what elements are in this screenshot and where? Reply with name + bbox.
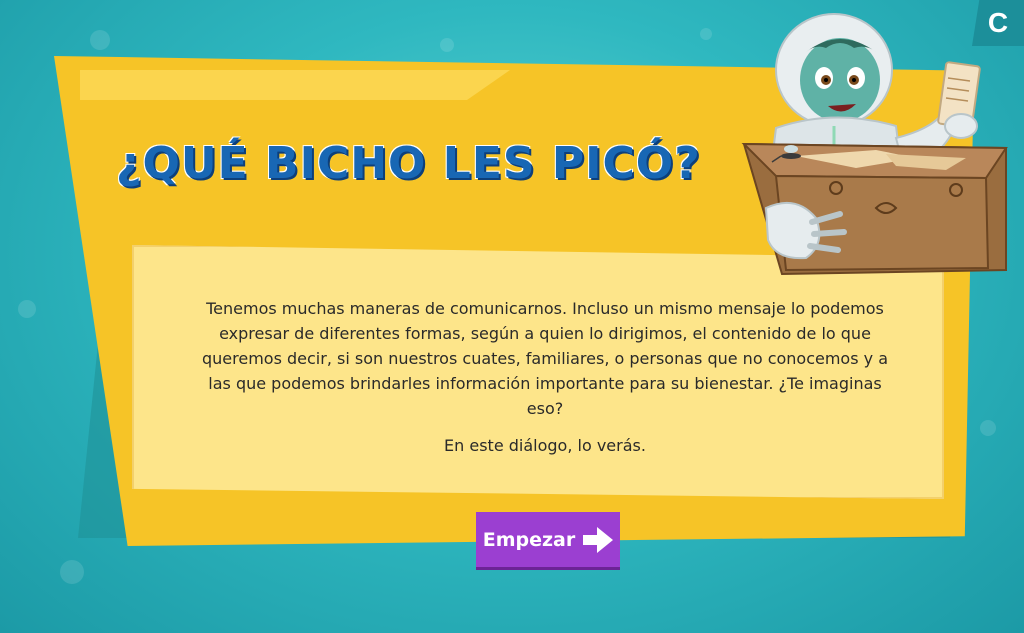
background-bubble — [90, 30, 110, 50]
start-button[interactable]: Empezar — [476, 512, 620, 567]
arrow-right-icon — [583, 526, 614, 553]
card-highlight — [80, 70, 510, 100]
background-bubble — [18, 300, 36, 318]
page-title: ¿QUÉ BICHO LES PICÓ? — [116, 138, 701, 189]
description-paragraph: Tenemos muchas maneras de comunicarnos. … — [202, 299, 888, 418]
background-bubble — [700, 28, 712, 40]
background-bubble — [980, 420, 996, 436]
character-illustration — [741, 13, 1008, 276]
background-bubble — [440, 38, 454, 52]
background-bubble — [60, 560, 84, 584]
start-button-label: Empezar — [482, 528, 576, 551]
description-paragraph: En este diálogo, lo verás. — [444, 436, 646, 455]
description-text: Tenemos muchas maneras de comunicarnos. … — [200, 296, 890, 470]
